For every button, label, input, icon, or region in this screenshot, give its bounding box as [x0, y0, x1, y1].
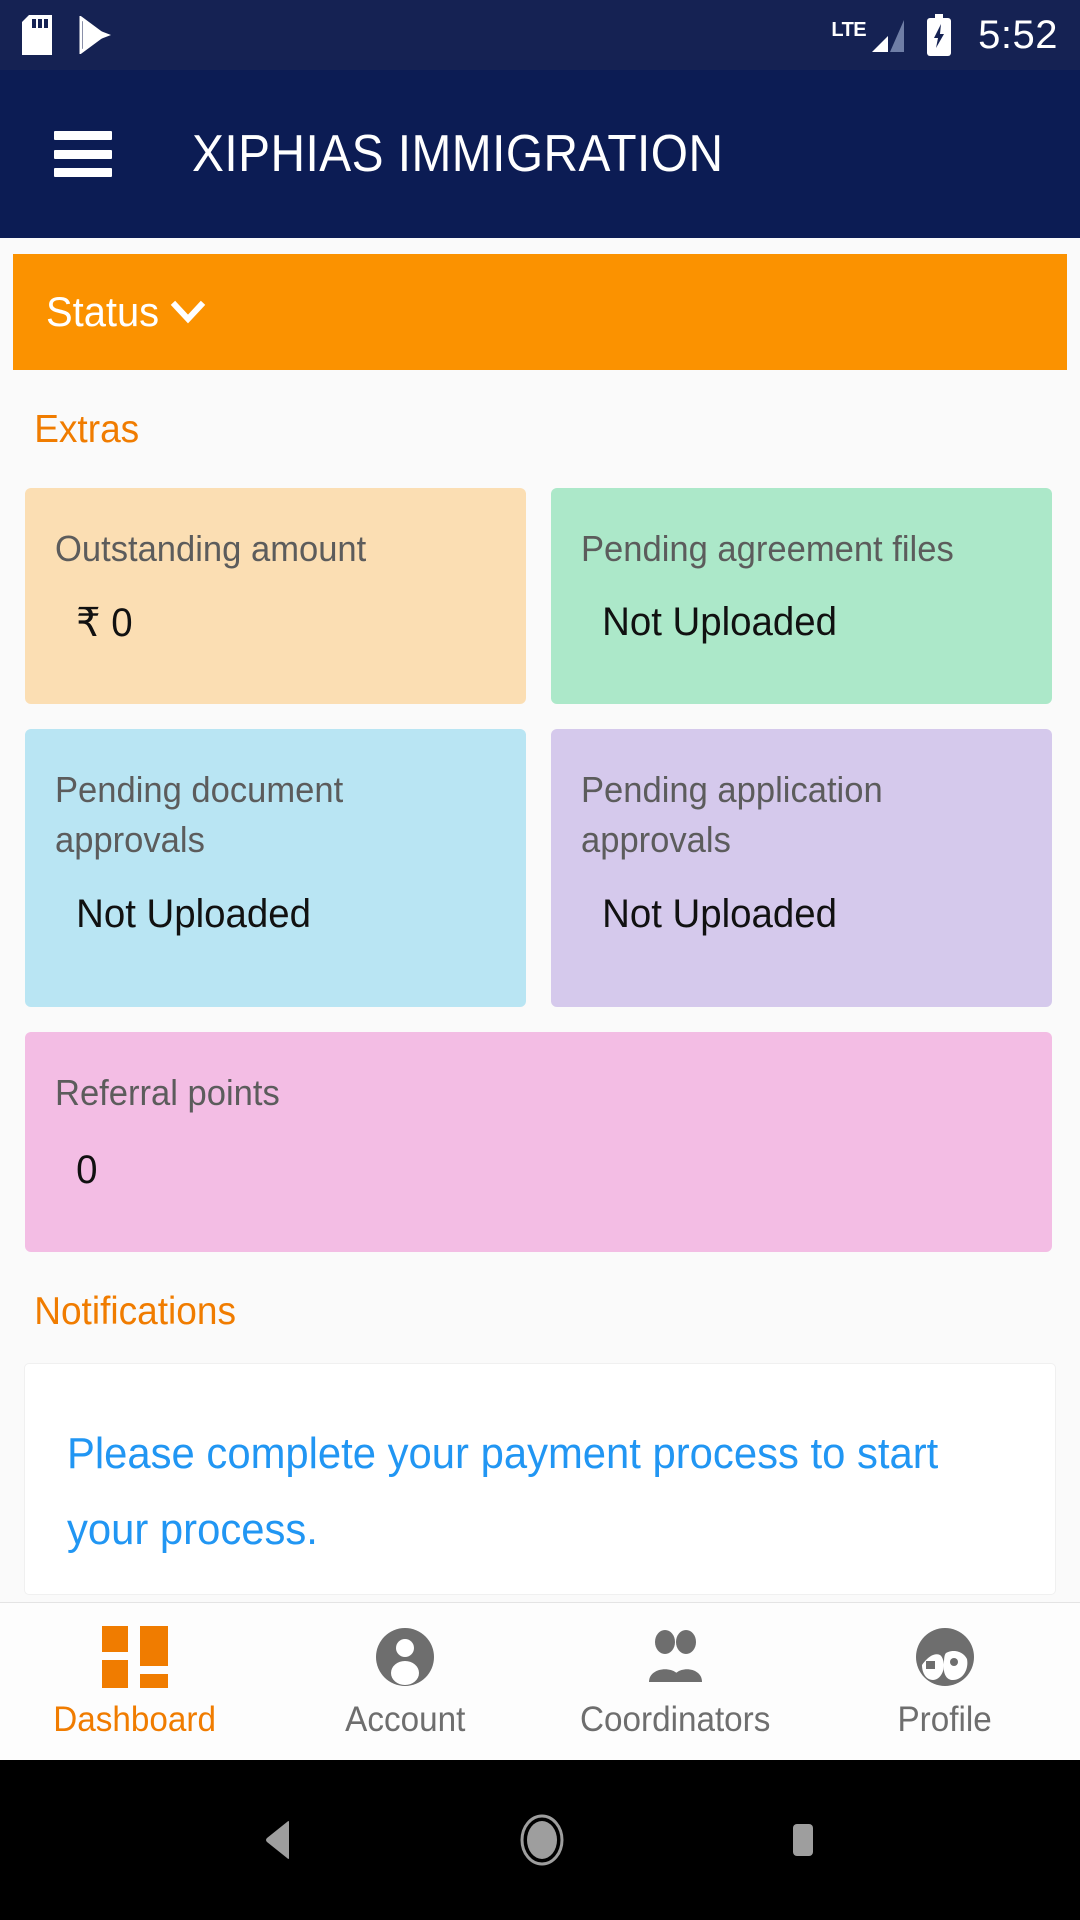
- nav-item-profile[interactable]: Profile: [810, 1624, 1080, 1740]
- card-title: Referral points: [55, 1072, 280, 1113]
- signal-bars-icon: LTE: [831, 14, 906, 56]
- status-accordion-label: Status: [46, 288, 160, 335]
- home-circle-icon[interactable]: [514, 1812, 570, 1868]
- android-navigation-bar: [0, 1760, 1080, 1920]
- card-outstanding-amount[interactable]: Outstanding amount ₹ 0: [25, 488, 526, 704]
- nav-label: Dashboard: [53, 1699, 217, 1739]
- battery-charging-icon: [926, 14, 952, 56]
- profile-face-icon: [913, 1624, 977, 1690]
- extras-heading: Extras: [34, 408, 140, 451]
- card-value: Not Uploaded: [76, 892, 311, 937]
- status-accordion-header[interactable]: Status: [13, 254, 1067, 370]
- card-value: Not Uploaded: [602, 599, 837, 644]
- account-person-icon: [373, 1624, 437, 1690]
- people-group-icon: [642, 1624, 708, 1690]
- back-triangle-icon[interactable]: [257, 1816, 301, 1864]
- nav-label: Account: [344, 1699, 466, 1739]
- card-pending-agreement-files[interactable]: Pending agreement files Not Uploaded: [551, 488, 1052, 704]
- notifications-heading: Notifications: [34, 1290, 237, 1333]
- sd-card-icon: [22, 15, 52, 55]
- nav-item-coordinators[interactable]: Coordinators: [540, 1624, 810, 1740]
- nav-item-dashboard[interactable]: Dashboard: [0, 1624, 270, 1740]
- extras-card-grid: Outstanding amount ₹ 0 Pending agreement…: [0, 488, 1080, 1252]
- recents-square-icon[interactable]: [783, 1818, 823, 1862]
- card-referral-points[interactable]: Referral points 0: [25, 1032, 1052, 1252]
- chevron-down-icon[interactable]: [165, 289, 211, 335]
- play-store-icon: [78, 16, 112, 54]
- card-pending-document-approvals[interactable]: Pending document approvals Not Uploaded: [25, 729, 526, 1007]
- card-value: ₹ 0: [76, 600, 133, 645]
- hamburger-line: [54, 168, 112, 177]
- notification-message: Please complete your payment process to …: [67, 1429, 939, 1554]
- system-status-bar: LTE 5:52: [0, 0, 1080, 70]
- nav-label: Coordinators: [579, 1699, 771, 1739]
- card-pending-application-approvals[interactable]: Pending application approvals Not Upload…: [551, 729, 1052, 1007]
- hamburger-menu-icon[interactable]: [54, 131, 112, 177]
- dashboard-grid-icon: [102, 1624, 168, 1690]
- hamburger-line: [54, 131, 112, 140]
- status-bar-right-icons: LTE 5:52: [831, 13, 1058, 58]
- dashboard-content: Status Extras Outstanding amount ₹ 0 Pen…: [0, 238, 1080, 1602]
- card-title: Pending agreement files: [581, 528, 954, 569]
- page-title: XIPHIAS IMMIGRATION: [192, 125, 724, 183]
- hamburger-line: [54, 149, 112, 159]
- nav-item-account[interactable]: Account: [270, 1624, 540, 1740]
- card-title: Pending document approvals: [55, 769, 344, 860]
- card-title: Outstanding amount: [55, 528, 367, 569]
- network-type-label: LTE: [831, 19, 867, 41]
- clock-time: 5:52: [978, 12, 1058, 57]
- card-value: 0: [76, 1147, 98, 1192]
- card-title: Pending application approvals: [581, 769, 883, 860]
- app-bar: XIPHIAS IMMIGRATION: [0, 70, 1080, 238]
- status-bar-left-icons: [22, 15, 112, 55]
- card-value: Not Uploaded: [602, 892, 837, 937]
- bottom-navigation-bar: Dashboard Account Coordinators Profile: [0, 1602, 1080, 1760]
- notification-item[interactable]: Please complete your payment process to …: [25, 1364, 1055, 1594]
- nav-label: Profile: [897, 1699, 993, 1739]
